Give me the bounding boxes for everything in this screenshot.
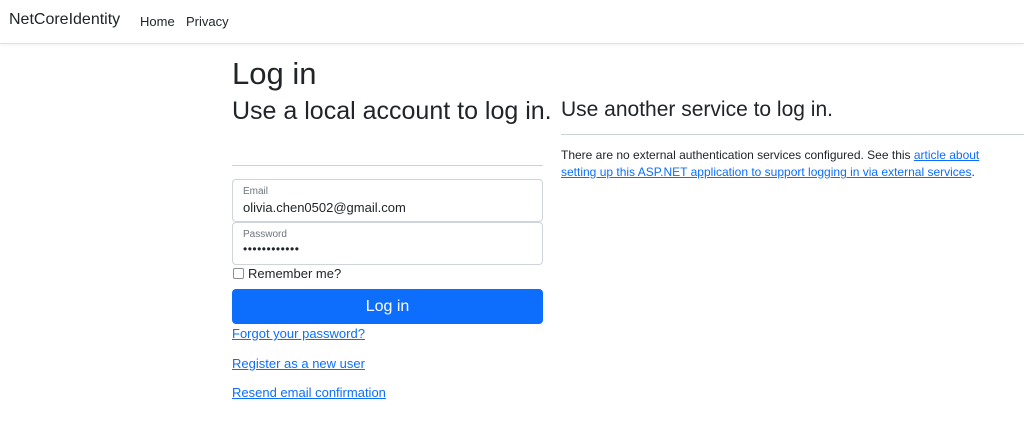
remember-me-checkbox[interactable] — [233, 268, 244, 279]
email-label: Email — [243, 186, 269, 197]
remember-me-label[interactable]: Remember me? — [248, 266, 341, 281]
email-field[interactable]: Email olivia.chen0502@gmail.com — [232, 179, 543, 222]
password-field[interactable]: Password •••••••••••• — [232, 222, 543, 265]
password-label: Password — [243, 229, 287, 240]
local-account-heading: Use a local account to log in. — [232, 97, 552, 125]
resend-confirmation-link[interactable]: Resend email confirmation — [232, 385, 386, 400]
password-value: •••••••••••• — [243, 242, 300, 256]
external-login-message: There are no external authentication ser… — [561, 147, 1011, 181]
brand-link[interactable]: NetCoreIdentity — [9, 11, 120, 29]
external-text-after: . — [971, 165, 975, 179]
page-title: Log in — [232, 56, 317, 91]
forgot-password-link[interactable]: Forgot your password? — [232, 326, 365, 341]
nav-link-privacy[interactable]: Privacy — [186, 14, 229, 29]
nav-link-home[interactable]: Home — [140, 14, 175, 29]
login-button[interactable]: Log in — [232, 289, 543, 324]
email-value: olivia.chen0502@gmail.com — [243, 200, 406, 215]
register-link[interactable]: Register as a new user — [232, 356, 365, 371]
external-login-heading: Use another service to log in. — [561, 98, 833, 121]
external-text-before: There are no external authentication ser… — [561, 148, 914, 162]
divider — [232, 165, 543, 166]
navbar: NetCoreIdentity Home Privacy — [0, 0, 1024, 44]
divider — [561, 134, 1024, 135]
